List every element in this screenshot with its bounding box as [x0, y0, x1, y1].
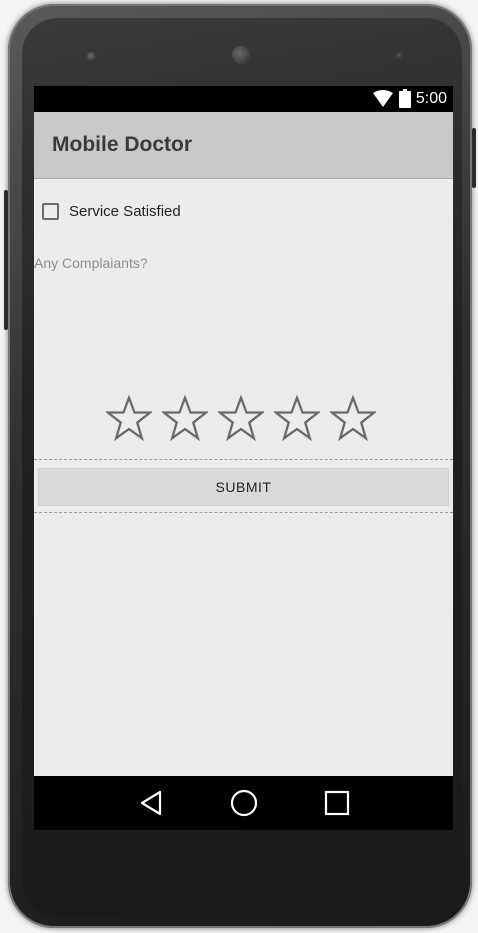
proximity-sensor	[87, 52, 96, 61]
power-button	[472, 128, 476, 188]
service-satisfied-checkbox[interactable]: Service Satisfied	[42, 203, 181, 220]
volume-button	[4, 190, 8, 330]
checkbox-box[interactable]	[42, 203, 59, 220]
recents-button[interactable]	[320, 786, 354, 820]
status-indicators: 5:00	[372, 89, 447, 108]
status-bar: 5:00	[34, 86, 453, 112]
status-time: 5:00	[415, 89, 447, 107]
app-title: Mobile Doctor	[52, 133, 192, 156]
star-icon[interactable]	[330, 395, 376, 441]
back-button[interactable]	[134, 786, 168, 820]
light-sensor	[396, 52, 403, 59]
star-icon[interactable]	[106, 395, 152, 441]
checkbox-label: Service Satisfied	[69, 203, 181, 220]
submit-button-frame: SUBMIT	[34, 459, 453, 513]
back-icon	[140, 790, 161, 816]
form-content: Service Satisfied SUBMIT	[34, 179, 453, 776]
rating-bar[interactable]	[106, 395, 376, 441]
submit-button[interactable]: SUBMIT	[38, 468, 449, 506]
star-icon[interactable]	[274, 395, 320, 441]
app-bar: Mobile Doctor	[34, 112, 453, 179]
wifi-icon	[372, 89, 393, 107]
device-screen: 5:00 Mobile Doctor Service Satisfied Any…	[34, 86, 453, 830]
battery-icon	[398, 89, 411, 108]
star-icon[interactable]	[162, 395, 208, 441]
home-icon	[230, 789, 257, 817]
navigation-bar	[34, 776, 453, 830]
front-camera	[232, 46, 250, 64]
recents-icon	[324, 790, 349, 816]
star-icon[interactable]	[218, 395, 264, 441]
home-button[interactable]	[227, 786, 261, 820]
complaints-input[interactable]	[34, 251, 434, 275]
